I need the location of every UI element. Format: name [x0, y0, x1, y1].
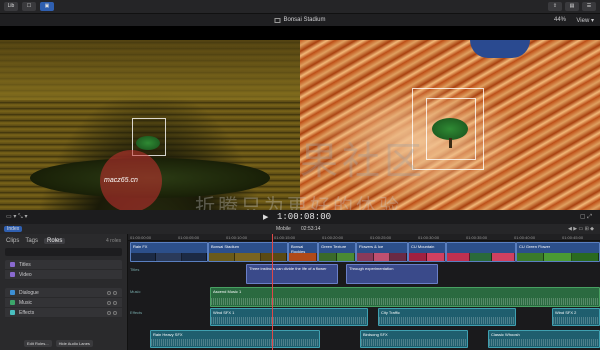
- effect-clip[interactable]: City Traffic: [378, 308, 516, 326]
- hide-audio-lanes-button[interactable]: Hide Audio Lanes: [55, 340, 93, 347]
- timeline-header: Index Mobile 02:53:14 ◀ ▶ ▭ ⊞ ◆: [0, 224, 600, 234]
- video-clip[interactable]: Bonsai Rockies: [288, 242, 318, 262]
- bonsai-tree: [136, 136, 160, 150]
- checkbox[interactable]: [10, 300, 15, 305]
- role-video[interactable]: Video: [5, 270, 122, 280]
- media-button[interactable]: ☐: [22, 2, 36, 11]
- clapper-icon: [274, 17, 281, 23]
- bonsai-tree: [432, 118, 468, 140]
- canyon-sky: [470, 40, 530, 58]
- viewer-title-text: Bonsai Stadium: [283, 17, 326, 23]
- index-tab[interactable]: Index: [4, 226, 23, 232]
- viewer-controls: ▭ ▾ ⤡ ▾ ▶ 1:00:08:00 ▢ ⤢: [0, 210, 600, 224]
- timecode-display: 1:00:08:00: [277, 212, 332, 222]
- top-toolbar: Lib ☐ ▣ ⇪ ▤ ☰: [0, 0, 600, 14]
- timeline[interactable]: 01:00:00:00 01:00:05:00 01:00:10:00 01:0…: [128, 234, 600, 350]
- project-name: Mobile: [276, 226, 291, 232]
- edit-roles-button[interactable]: Edit Roles...: [24, 340, 52, 347]
- checkbox[interactable]: [10, 310, 15, 315]
- video-clip[interactable]: Bonsai Stadium: [208, 242, 288, 262]
- timeline-controls[interactable]: ◀ ▶ ▭ ⊞ ◆: [568, 226, 594, 232]
- effect-clip[interactable]: Rain Heavy SFX: [150, 330, 320, 348]
- zoom-menu[interactable]: 44%: [554, 17, 566, 23]
- audio-roles-group: Dialogue Music Effects: [5, 288, 122, 318]
- timeline-index: Clips Tags Roles 4 roles Titles Video Di…: [0, 234, 128, 350]
- video-clip[interactable]: CU Green Flower: [516, 242, 600, 262]
- play-icon[interactable]: ▶: [263, 213, 268, 221]
- layout-button[interactable]: ▤: [565, 2, 579, 11]
- video-clip[interactable]: Green Texture: [318, 242, 356, 262]
- playhead[interactable]: [272, 234, 273, 350]
- tab-tags[interactable]: Tags: [25, 238, 38, 244]
- lane-toggle-icons[interactable]: [107, 300, 117, 305]
- role-music[interactable]: Music: [5, 298, 122, 308]
- browser-toggle-button[interactable]: ▣: [40, 2, 54, 11]
- share-button[interactable]: ⇪: [548, 2, 562, 11]
- timeline-ruler[interactable]: 01:00:00:00 01:00:05:00 01:00:10:00 01:0…: [128, 234, 600, 241]
- video-roles-group: Titles Video: [5, 260, 122, 280]
- role-dialogue[interactable]: Dialogue: [5, 288, 122, 298]
- viewer-title: Bonsai Stadium: [274, 17, 326, 23]
- checkbox[interactable]: [10, 262, 15, 267]
- lane-label-music: Music: [130, 289, 141, 294]
- checkbox[interactable]: [10, 272, 15, 277]
- project-duration: 02:53:14: [301, 226, 321, 232]
- checkbox[interactable]: [10, 290, 15, 295]
- tower-ceiling: [0, 40, 300, 100]
- video-clip[interactable]: [446, 242, 516, 262]
- music-clip[interactable]: Ascend Music 1: [210, 287, 600, 307]
- effect-clip[interactable]: Wind SFX 1: [210, 308, 368, 326]
- tab-clips[interactable]: Clips: [6, 238, 19, 244]
- bonsai-trunk: [449, 138, 452, 148]
- index-search-input[interactable]: [5, 248, 122, 256]
- fullscreen-controls[interactable]: ▢ ⤢: [580, 213, 592, 221]
- library-button[interactable]: Lib: [4, 2, 18, 11]
- watermark-url: macz65.cn: [104, 177, 138, 184]
- inspector-button[interactable]: ☰: [582, 2, 596, 11]
- effect-clip[interactable]: Wind SFX 2: [552, 308, 600, 326]
- video-clip[interactable]: Rain FX: [130, 242, 208, 262]
- effect-clip[interactable]: Birdsong SFX: [360, 330, 468, 348]
- role-titles[interactable]: Titles: [5, 260, 122, 270]
- video-clip[interactable]: Flowers & Ice: [356, 242, 408, 262]
- view-menu[interactable]: View ▾: [576, 17, 594, 24]
- lane-label-titles: Titles: [130, 267, 140, 272]
- watermark-text: 果社区: [300, 139, 427, 183]
- effect-clip[interactable]: Classic Whoosh: [488, 330, 600, 348]
- lane-toggle-icons[interactable]: [107, 290, 117, 295]
- viewer-header: Bonsai Stadium 44% View ▾: [0, 14, 600, 26]
- video-clip[interactable]: CU Mountain: [408, 242, 446, 262]
- lane-label-effects: Effects: [130, 310, 143, 315]
- viewer-tools[interactable]: ▭ ▾ ⤡ ▾: [6, 213, 28, 221]
- title-clip[interactable]: Three instincts can divide the life of a…: [246, 264, 338, 284]
- tab-roles[interactable]: Roles: [44, 238, 66, 244]
- title-clip[interactable]: Through experimentation: [346, 264, 438, 284]
- roles-count: 4 roles: [105, 238, 121, 244]
- lane-toggle-icons[interactable]: [107, 310, 117, 315]
- role-effects[interactable]: Effects: [5, 308, 122, 318]
